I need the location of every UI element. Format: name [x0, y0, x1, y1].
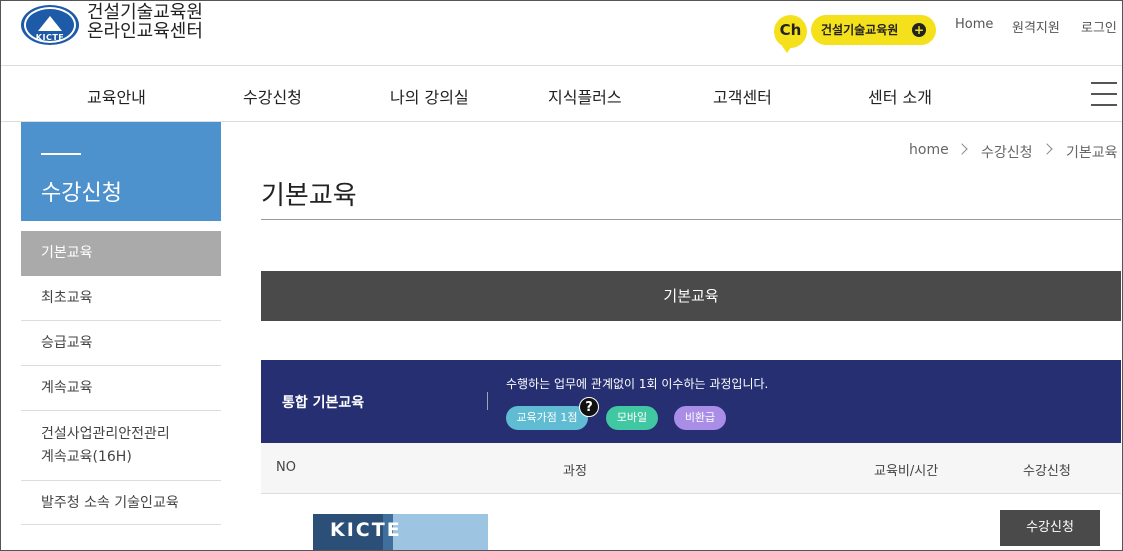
remote-support-link[interactable]: 원격지원 [1012, 17, 1060, 36]
divider [487, 392, 488, 410]
thumbnail-sky [393, 514, 488, 550]
sidebar-header: 수강신청 [21, 122, 221, 221]
breadcrumb-current: 기본교육 [1066, 145, 1118, 161]
plus-icon: + [912, 23, 926, 37]
menu-icon-bar [1091, 93, 1117, 95]
sidebar-item-safety-continuing[interactable]: 건설사업관리안전관리 계속교육(16H) [21, 411, 221, 481]
header: KICTE 건설기술교육원 온라인교육센터 Ch 건설기술교육원 + Home … [1, 1, 1122, 66]
divider [261, 219, 1121, 220]
org-name-line1: 건설기술교육원 [87, 2, 203, 23]
menu-icon-bar [1091, 104, 1117, 106]
enroll-button[interactable]: 수강신청 [1000, 510, 1100, 546]
column-header-course: 과정 [563, 464, 587, 479]
breadcrumb-home[interactable]: home [909, 142, 949, 158]
sidebar-item-initial[interactable]: 최초교육 [21, 276, 221, 321]
column-header-no: NO [276, 460, 296, 475]
course-description: 수행하는 업무에 관계없이 1회 이수하는 과정입니다. [506, 377, 769, 391]
sidebar-item-label-line1: 건설사업관리안전관리 [41, 426, 170, 442]
tag-education-points: 교육가점 1점 [506, 406, 588, 430]
tag-mobile: 모바일 [606, 406, 658, 430]
nav-item-registration[interactable]: 수강신청 [243, 84, 302, 108]
page-title: 기본교육 [261, 181, 357, 211]
section-title-bar: 기본교육 [261, 271, 1121, 321]
sidebar-item-label-line2: 계속교육(16H) [41, 449, 132, 465]
sidebar-item-continuing[interactable]: 계속교육 [21, 366, 221, 411]
nav-item-center-intro[interactable]: 센터 소개 [868, 84, 932, 108]
org-name-line2: 온라인교육센터 [87, 21, 203, 42]
course-name: 통합 기본교육 [282, 395, 365, 411]
kakao-channel-button[interactable]: 건설기술교육원 + [811, 15, 936, 45]
column-header-enroll: 수강신청 [1023, 464, 1071, 479]
sidebar-item-basic[interactable]: 기본교육 [21, 231, 221, 276]
menu-icon-bar [1091, 82, 1117, 84]
org-name[interactable]: 건설기술교육원 온라인교육센터 [87, 3, 203, 41]
page-frame: KICTE 건설기술교육원 온라인교육센터 Ch 건설기술교육원 + Home … [0, 0, 1123, 551]
chevron-right-icon [1041, 143, 1053, 155]
sidebar-title: 수강신청 [41, 181, 122, 206]
sidebar-item-client-engineer[interactable]: 발주청 소속 기술인교육 [21, 481, 221, 525]
table-header: NO 과정 교육비/시간 수강신청 [261, 443, 1121, 494]
nav-item-my-classroom[interactable]: 나의 강의실 [390, 84, 469, 108]
sidebar-header-bar [41, 153, 81, 155]
menu-icon[interactable] [1091, 82, 1117, 106]
help-icon[interactable]: ? [579, 397, 599, 417]
column-header-fee-time: 교육비/시간 [874, 464, 939, 479]
sidebar-item-promotion[interactable]: 승급교육 [21, 321, 221, 366]
chevron-right-icon [956, 143, 968, 155]
login-link[interactable]: 로그인 [1081, 17, 1117, 36]
tag-non-refundable: 비환급 [674, 406, 726, 430]
logo-letters: KICTE [35, 33, 65, 42]
nav-item-education-guide[interactable]: 교육안내 [87, 84, 146, 108]
thumbnail-text: KICTE [330, 519, 402, 541]
course-thumbnail[interactable]: KICTE [313, 514, 488, 550]
kakao-channel-icon[interactable]: Ch [774, 15, 807, 53]
home-link[interactable]: Home [955, 17, 993, 32]
course-info-box: 통합 기본교육 수행하는 업무에 관계없이 1회 이수하는 과정입니다. 교육가… [261, 360, 1121, 443]
nav-item-knowledge-plus[interactable]: 지식플러스 [548, 84, 622, 108]
kakao-channel-label: 건설기술교육원 [821, 23, 899, 37]
breadcrumb-registration[interactable]: 수강신청 [981, 142, 1033, 162]
main-nav: 교육안내 수강신청 나의 강의실 지식플러스 고객센터 센터 소개 [1, 66, 1122, 122]
logo-building-shape [38, 16, 62, 31]
nav-item-customer-center[interactable]: 고객센터 [713, 84, 772, 108]
kicte-logo-icon[interactable]: KICTE [21, 5, 79, 45]
